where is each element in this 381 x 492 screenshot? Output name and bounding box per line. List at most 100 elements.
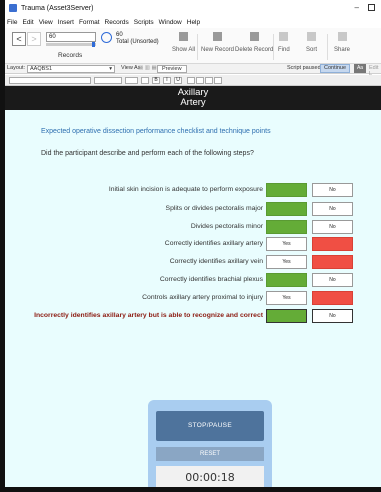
checklist-item-label: Splits or divides pectoralis major [165, 205, 263, 212]
align-center-button[interactable] [196, 77, 204, 84]
text-color-button[interactable] [125, 77, 138, 84]
menu-help[interactable]: Help [187, 19, 200, 26]
record-pie-icon [101, 32, 112, 43]
new-record-icon [213, 32, 222, 41]
no-button[interactable] [312, 291, 353, 305]
format-bar: B I U [5, 75, 381, 86]
toolbar-divider [327, 34, 328, 60]
bold-button[interactable]: B [152, 77, 160, 84]
find-label: Find [278, 47, 290, 53]
timer-panel: STOP/PAUSE RESET 00:00:18 [148, 400, 272, 487]
new-record-button[interactable]: New Record [201, 32, 234, 53]
record-slider[interactable] [46, 42, 96, 47]
menu-records[interactable]: Records [105, 19, 129, 26]
record-count-value: 60 [116, 32, 123, 38]
sort-button[interactable]: Sort [306, 32, 317, 53]
show-all-icon [179, 32, 188, 41]
records-label: Records [58, 52, 83, 59]
yes-button[interactable]: Yes [266, 255, 307, 269]
maximize-button[interactable] [368, 4, 375, 11]
yes-button[interactable] [266, 202, 307, 216]
app-window: Trauma (Asset3Server) – File Edit View I… [0, 0, 381, 492]
menu-file[interactable]: File [7, 19, 17, 26]
toolbar-divider [273, 34, 274, 60]
no-button[interactable]: No [312, 273, 353, 287]
no-button[interactable] [312, 255, 353, 269]
menu-view[interactable]: View [39, 19, 53, 26]
next-record-button[interactable]: > [27, 32, 41, 46]
question-text: Did the participant describe and perform… [41, 150, 254, 157]
delete-record-button[interactable]: Delete Record [235, 32, 273, 53]
font-size-select[interactable] [94, 77, 122, 84]
title-bar: Trauma (Asset3Server) – [5, 0, 381, 16]
checklist-item-label: Controls axillary artery proximal to inj… [142, 294, 263, 301]
checklist-item-label: Correctly identifies axillary vein [169, 258, 263, 265]
yes-button[interactable] [266, 183, 307, 197]
find-button[interactable]: Find [278, 32, 290, 53]
script-paused-label: Script paused [287, 65, 321, 71]
continue-button[interactable]: Continue [320, 64, 351, 73]
reset-button[interactable]: RESET [156, 447, 264, 461]
app-icon [9, 4, 17, 12]
align-right-button[interactable] [205, 77, 213, 84]
share-button[interactable]: Share [334, 32, 350, 53]
preview-button[interactable]: Preview [157, 65, 187, 73]
page-header: Axillary Artery [5, 86, 381, 110]
align-left-button[interactable] [187, 77, 195, 84]
no-button[interactable]: No [312, 309, 353, 323]
no-button[interactable]: No [312, 202, 353, 216]
sort-icon [307, 32, 316, 41]
stop-pause-button[interactable]: STOP/PAUSE [156, 411, 264, 441]
layout-select-value: AAQBS1 [30, 66, 53, 72]
new-record-label: New Record [201, 47, 235, 53]
yes-button[interactable] [266, 309, 307, 323]
checklist-item-label: Incorrectly identifies axillary artery b… [34, 312, 263, 319]
no-button[interactable] [312, 237, 353, 251]
checklist-item-label: Divides pectoralis minor [190, 223, 263, 230]
yes-button[interactable] [266, 220, 307, 234]
menu-bar: File Edit View Insert Format Records Scr… [5, 16, 381, 28]
menu-edit[interactable]: Edit [22, 19, 33, 26]
checklist-item-label: Correctly identifies brachial plexus [159, 276, 263, 283]
view-as-icons[interactable]: ▤ ▥ ▦ [138, 65, 157, 71]
layout-bar: Layout: AAQBS1 ▾ View As: ▤ ▥ ▦ Preview … [5, 64, 381, 77]
menu-format[interactable]: Format [79, 19, 100, 26]
yes-button[interactable]: Yes [266, 237, 307, 251]
intro-text: Expected operative dissection performanc… [41, 128, 271, 135]
no-button[interactable]: No [312, 183, 353, 197]
menu-scripts[interactable]: Scripts [134, 19, 154, 26]
record-count: 60 Total (Unsorted) [116, 32, 159, 46]
record-total-label: Total (Unsorted) [116, 39, 159, 45]
menu-insert[interactable]: Insert [58, 19, 74, 26]
toolbar: < > 60 Records 60 Total (Unsorted) Show … [5, 28, 381, 64]
menu-window[interactable]: Window [159, 19, 182, 26]
minimize-button[interactable]: – [355, 3, 359, 12]
show-all-label: Show All [172, 47, 196, 53]
formatting-bar-button[interactable]: Aa [354, 64, 366, 73]
sort-label: Sort [306, 47, 318, 53]
italic-button[interactable]: I [163, 77, 171, 84]
header-line-2: Artery [180, 97, 206, 108]
highlight-button[interactable] [141, 77, 149, 84]
checklist-form: Expected operative dissection performanc… [5, 110, 381, 487]
yes-button[interactable] [266, 273, 307, 287]
share-icon [337, 32, 347, 41]
previous-record-button[interactable]: < [12, 32, 26, 46]
underline-button[interactable]: U [174, 77, 182, 84]
record-number-input[interactable]: 60 [46, 32, 96, 42]
show-all-button[interactable]: Show All [172, 32, 195, 53]
checklist-item-label: Correctly identifies axillary artery [164, 240, 263, 247]
timer-display: 00:00:18 [156, 466, 264, 487]
chevron-down-icon: ▾ [109, 66, 112, 72]
window-title: Trauma (Asset3Server) [21, 4, 94, 12]
delete-record-label: Delete Record [235, 47, 274, 53]
find-icon [279, 32, 289, 41]
no-button[interactable]: No [312, 220, 353, 234]
yes-button[interactable]: Yes [266, 291, 307, 305]
share-label: Share [334, 47, 351, 53]
align-justify-button[interactable] [214, 77, 222, 84]
layout-select[interactable]: AAQBS1 ▾ [27, 65, 115, 73]
font-select[interactable] [9, 77, 91, 84]
checklist-item-label: Initial skin incision is adequate to per… [108, 186, 263, 193]
toolbar-divider [197, 34, 198, 60]
